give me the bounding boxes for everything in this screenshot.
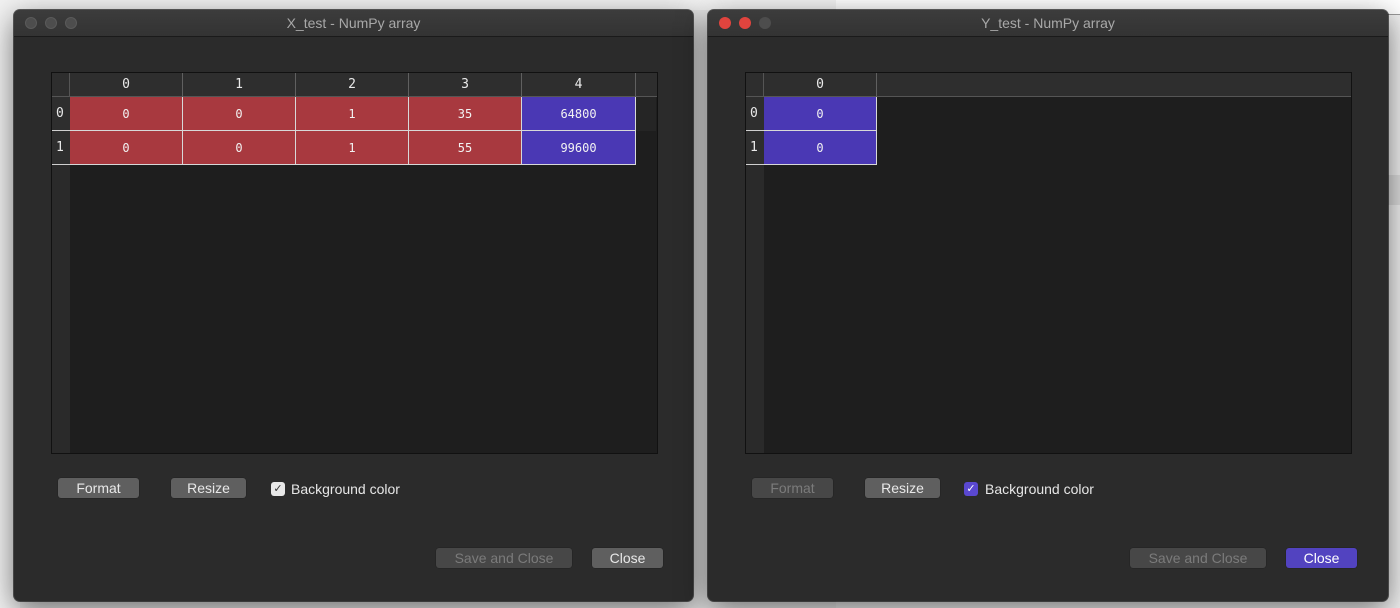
table-cell[interactable]: 0 (764, 131, 877, 165)
title-bar[interactable]: X_test - NumPy array (14, 10, 693, 37)
table-cell[interactable]: 0 (70, 97, 183, 131)
table-cell[interactable]: 0 (183, 131, 296, 165)
header-filler (636, 73, 657, 97)
background-color-label[interactable]: Background color (985, 481, 1094, 497)
column-header[interactable]: 4 (522, 73, 636, 97)
resize-button[interactable]: Resize (171, 478, 246, 498)
background-color-label[interactable]: Background color (291, 481, 400, 497)
table-cell[interactable]: 1 (296, 97, 409, 131)
table-cell[interactable]: 55 (409, 131, 522, 165)
resize-button[interactable]: Resize (865, 478, 940, 498)
column-header[interactable]: 1 (183, 73, 296, 97)
background-color-checkbox[interactable]: ✓ (964, 482, 978, 496)
table-cell[interactable]: 64800 (522, 97, 636, 131)
column-header[interactable]: 2 (296, 73, 409, 97)
save-and-close-button[interactable]: Save and Close (436, 548, 572, 568)
y-test-array-dialog: Y_test - NumPy array 0 0 1 0 0 Format Re… (708, 10, 1388, 601)
table-cell[interactable]: 0 (764, 97, 877, 131)
array-table[interactable]: 0 1 2 3 4 0 1 0 0 1 35 64800 0 0 1 55 99… (51, 72, 658, 454)
table-corner (746, 73, 764, 97)
close-button[interactable]: Close (1286, 548, 1357, 568)
format-button[interactable]: Format (752, 478, 833, 498)
column-header[interactable]: 3 (409, 73, 522, 97)
window-title: Y_test - NumPy array (981, 15, 1115, 31)
background-color-checkbox[interactable]: ✓ (271, 482, 285, 496)
column-header[interactable]: 0 (764, 73, 877, 97)
table-cell[interactable]: 0 (183, 97, 296, 131)
header-filler (877, 73, 1351, 97)
window-title: X_test - NumPy array (286, 15, 421, 31)
row-header[interactable]: 1 (52, 131, 70, 165)
table-cell[interactable]: 0 (70, 131, 183, 165)
table-cell[interactable]: 35 (409, 97, 522, 131)
table-cell[interactable]: 99600 (522, 131, 636, 165)
row-header[interactable]: 1 (746, 131, 764, 165)
vertical-scrollbar[interactable] (636, 97, 656, 131)
array-table[interactable]: 0 0 1 0 0 (745, 72, 1352, 454)
table-corner (52, 73, 70, 97)
close-button[interactable]: Close (592, 548, 663, 568)
row-header[interactable]: 0 (52, 97, 70, 131)
x-test-array-dialog: X_test - NumPy array 0 1 2 3 4 0 1 0 0 1… (14, 10, 693, 601)
row-header[interactable]: 0 (746, 97, 764, 131)
table-cell[interactable]: 1 (296, 131, 409, 165)
save-and-close-button[interactable]: Save and Close (1130, 548, 1266, 568)
column-header[interactable]: 0 (70, 73, 183, 97)
format-button[interactable]: Format (58, 478, 139, 498)
title-bar[interactable]: Y_test - NumPy array (708, 10, 1388, 37)
